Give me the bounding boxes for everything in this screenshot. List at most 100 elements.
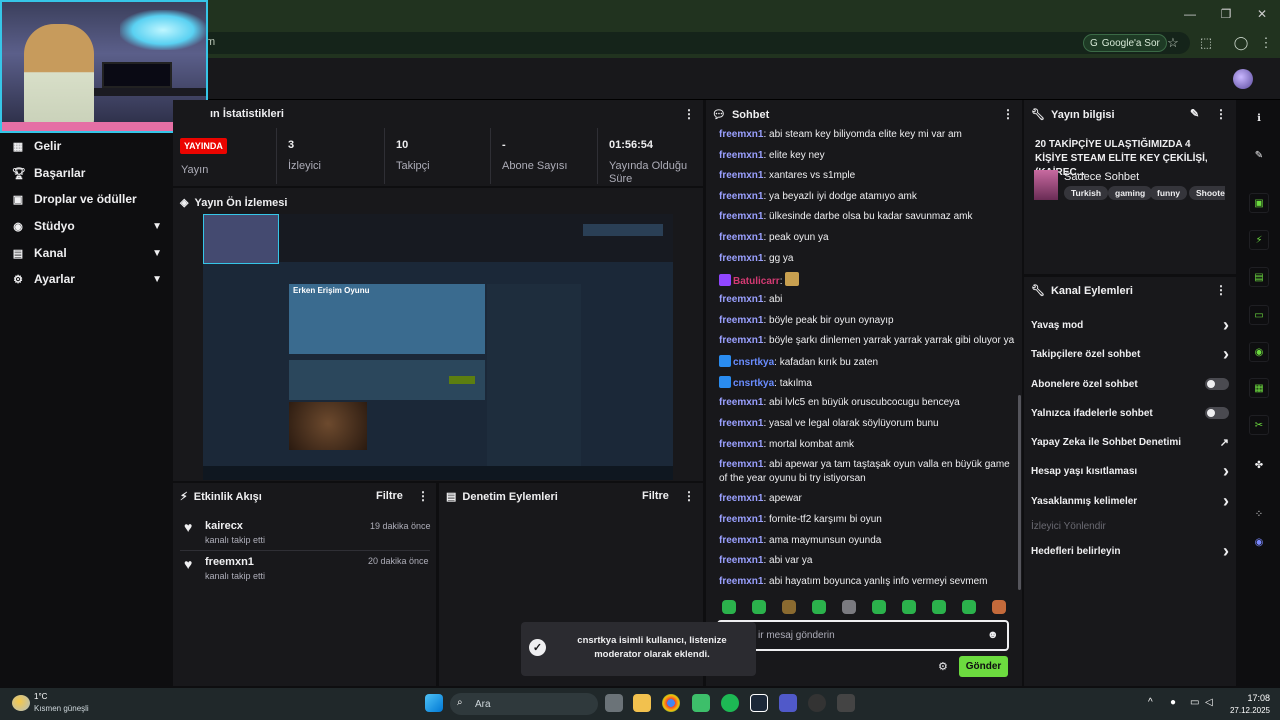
emote-icon[interactable] [932, 600, 946, 614]
chat-settings-icon[interactable]: ⚙ [938, 660, 948, 673]
app-icon[interactable] [692, 694, 710, 712]
close-icon[interactable]: ✕ [1244, 0, 1280, 28]
chat-username[interactable]: freemxn1 [719, 232, 763, 243]
tag-chip[interactable]: funny [1150, 186, 1188, 200]
shapes-icon[interactable]: ✤ [1249, 455, 1269, 475]
chat-username[interactable]: freemxn1 [719, 170, 763, 181]
pencil-icon[interactable]: ✎ [1249, 145, 1269, 165]
volume-icon[interactable]: ◁ [1205, 697, 1213, 708]
sidebar-item-droplar[interactable]: ▣ Droplar ve ödüller [12, 189, 162, 209]
chat-icon[interactable]: ▭ [1249, 305, 1269, 325]
channel-action-row[interactable]: Yalnızca ifadelerle sohbet [1031, 405, 1229, 421]
edit-icon[interactable]: ✎ [1190, 107, 1199, 120]
chat-username[interactable]: Batulicarr [733, 276, 780, 287]
clock-date[interactable]: 27.12.2025 [1220, 706, 1270, 715]
sidebar-item-studyo[interactable]: ◉ Stüdyo ▼ [12, 216, 162, 236]
layout-icon[interactable]: ▦ [1249, 378, 1269, 398]
emoji-picker-icon[interactable]: ☻ [987, 629, 999, 641]
steam-icon[interactable] [750, 694, 768, 712]
channel-action-row[interactable]: Abonelere özel sohbet [1031, 376, 1229, 392]
info-icon[interactable]: ℹ [1249, 108, 1269, 128]
emote-icon[interactable] [872, 600, 886, 614]
app-icon[interactable] [837, 694, 855, 712]
lightning-icon[interactable]: ⚡︎ [1249, 230, 1269, 250]
chat-username[interactable]: freemxn1 [719, 397, 763, 408]
chat-username[interactable]: freemxn1 [719, 315, 763, 326]
channel-action-row[interactable]: Yasaklanmış kelimeler › [1031, 491, 1229, 511]
chat-scrollbar[interactable] [1018, 395, 1021, 590]
emote-icon[interactable] [812, 600, 826, 614]
tool-icon[interactable]: ✂ [1249, 415, 1269, 435]
google-sor-button[interactable]: G Google'a Sor [1083, 34, 1167, 52]
weather-icon[interactable] [12, 695, 30, 711]
spotify-icon[interactable] [721, 694, 739, 712]
channel-action-row[interactable]: Takipçilere özel sohbet › [1031, 344, 1229, 364]
sidebar-item-basarilar[interactable]: 🏆︎ Başarılar [12, 163, 162, 183]
chat-username[interactable]: cnsrtkya [733, 357, 774, 368]
channel-action-row[interactable]: Yavaş mod › [1031, 315, 1229, 335]
stats-menu-icon[interactable]: ⋮ [683, 107, 695, 121]
sidebar-item-gelir[interactable]: ▦ Gelir [12, 136, 162, 156]
minimize-icon[interactable]: — [1172, 0, 1208, 28]
obs-icon[interactable] [808, 694, 826, 712]
tray-chevron-icon[interactable]: ^ [1148, 697, 1153, 708]
chat-username[interactable]: freemxn1 [719, 493, 763, 504]
chat-username[interactable]: freemxn1 [719, 253, 763, 264]
taskbar-search[interactable] [450, 693, 598, 715]
chat-username[interactable]: freemxn1 [719, 535, 763, 546]
file-explorer-icon[interactable] [633, 694, 651, 712]
event-name[interactable]: kairecx [205, 520, 243, 532]
emote-icon[interactable] [722, 600, 736, 614]
windows-start-icon[interactable] [425, 694, 443, 712]
chat-username[interactable]: freemxn1 [719, 439, 763, 450]
apps-icon[interactable]: ⁘ [1249, 504, 1269, 524]
clock-time[interactable]: 17:08 [1228, 693, 1270, 703]
task-view-icon[interactable] [605, 694, 623, 712]
tag-chip[interactable]: Shooter [1189, 186, 1225, 200]
channel-action-row[interactable]: Yapay Zeka ile Sohbet Denetimi ↗ [1031, 434, 1229, 450]
channel-action-row[interactable]: Hesap yaşı kısıtlaması › [1031, 461, 1229, 481]
emote-icon[interactable] [842, 600, 856, 614]
chat-menu-icon[interactable]: ⋮ [1002, 107, 1014, 121]
profile-icon[interactable]: ◯ [1232, 34, 1250, 52]
send-button[interactable]: Gönder [959, 656, 1008, 677]
stream-info-menu-icon[interactable]: ⋮ [1215, 107, 1227, 121]
tag-chip[interactable]: Turkish [1064, 186, 1109, 200]
notes-icon[interactable]: ▤ [1249, 267, 1269, 287]
activity-filter-button[interactable]: Filtre [376, 490, 403, 502]
chat-username[interactable]: freemxn1 [719, 211, 763, 222]
moderation-menu-icon[interactable]: ⋮ [683, 489, 695, 503]
chat-username[interactable]: freemxn1 [719, 335, 763, 346]
activity-menu-icon[interactable]: ⋮ [417, 489, 429, 503]
mic-icon[interactable]: ● [1170, 697, 1176, 708]
emote-icon[interactable] [902, 600, 916, 614]
chat-username[interactable]: freemxn1 [719, 129, 763, 140]
toggle-switch[interactable] [1205, 378, 1229, 390]
discord-icon[interactable]: ◉ [1249, 532, 1269, 552]
sidebar-item-kanal[interactable]: ▤ Kanal ▼ [12, 243, 162, 263]
clip-icon[interactable]: ▣ [1249, 193, 1269, 213]
channel-action-row[interactable]: Hedefleri belirleyin › [1031, 541, 1229, 561]
address-bar[interactable] [200, 32, 1190, 54]
chat-username[interactable]: freemxn1 [719, 576, 763, 587]
chat-username[interactable]: freemxn1 [719, 294, 763, 305]
teams-icon[interactable] [779, 694, 797, 712]
event-name[interactable]: freemxn1 [205, 556, 254, 568]
chat-username[interactable]: freemxn1 [719, 514, 763, 525]
extensions-icon[interactable]: ⬚ [1197, 34, 1215, 52]
restore-icon[interactable]: ❐ [1208, 0, 1244, 28]
bookmark-star-icon[interactable]: ☆ [1164, 34, 1182, 52]
chat-username[interactable]: freemxn1 [719, 555, 763, 566]
toggle-switch[interactable] [1205, 407, 1229, 419]
emote-icon[interactable] [752, 600, 766, 614]
stream-preview[interactable]: Erken Erişim Oyunu [203, 214, 673, 480]
avatar[interactable] [1233, 69, 1253, 89]
emote-icon[interactable] [782, 600, 796, 614]
menu-dots-icon[interactable]: ⋮ [1257, 34, 1275, 52]
sidebar-item-ayarlar[interactable]: ⚙ Ayarlar ▼ [12, 269, 162, 289]
chrome-icon[interactable] [662, 694, 680, 712]
chat-username[interactable]: cnsrtkya [733, 378, 774, 389]
emote-icon[interactable] [962, 600, 976, 614]
chat-username[interactable]: freemxn1 [719, 418, 763, 429]
chat-username[interactable]: freemxn1 [719, 150, 763, 161]
